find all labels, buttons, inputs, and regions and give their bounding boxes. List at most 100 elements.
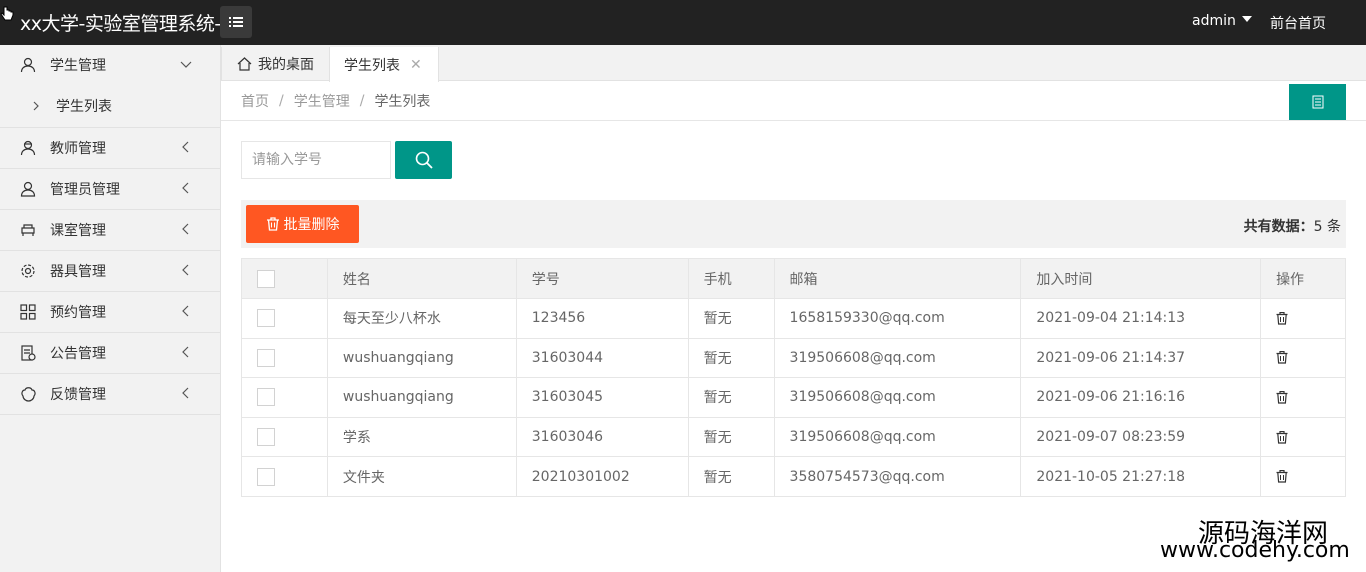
- sidebar-item-notices[interactable]: 公告管理: [0, 333, 220, 373]
- menu-toggle-button[interactable]: [220, 6, 252, 38]
- sidebar-item-admins[interactable]: 管理员管理: [0, 169, 220, 209]
- breadcrumb-separator: /: [279, 92, 284, 109]
- sidebar-item-label: 教师管理: [50, 141, 106, 157]
- sidebar-subitem-label: 学生列表: [56, 99, 112, 115]
- sidebar-item-equipment[interactable]: 器具管理: [0, 251, 220, 291]
- student-id-search-input[interactable]: [241, 141, 391, 179]
- breadcrumb-students[interactable]: 学生管理: [294, 91, 350, 111]
- watermark-en: www.codehy.com: [1160, 538, 1350, 563]
- cell-select: [241, 298, 328, 339]
- sidebar-item-teachers[interactable]: 教师管理: [0, 128, 220, 168]
- table-header-row: 姓名 学号 手机 邮箱 加入时间 操作: [241, 258, 1346, 299]
- front-home-link[interactable]: 前台首页: [1270, 13, 1326, 33]
- table-toolbar: 批量删除 共有数据：5 条: [241, 200, 1346, 248]
- feedback-icon: [20, 386, 36, 402]
- total-label: 共有数据：: [1243, 219, 1314, 235]
- close-icon[interactable]: ✕: [410, 57, 422, 73]
- sidebar-item-label: 反馈管理: [50, 387, 106, 403]
- chevron-left-icon: [182, 182, 189, 194]
- top-bar: xx大学-实验室管理系统- admin 前台首页: [0, 0, 1366, 45]
- sidebar-item-students[interactable]: 学生管理: [0, 45, 220, 85]
- user-menu[interactable]: admin: [1192, 13, 1252, 29]
- chevron-left-icon: [182, 387, 189, 399]
- hand-cursor-icon: [0, 6, 14, 21]
- select-all-checkbox[interactable]: [257, 269, 275, 288]
- cell-joined: 2021-09-04 21:14:13: [1020, 298, 1262, 339]
- row-checkbox[interactable]: [257, 388, 275, 407]
- nav-group-classrooms: 课室管理: [0, 210, 220, 251]
- cell-joined: 2021-09-06 21:16:16: [1020, 377, 1262, 418]
- trash-icon[interactable]: [1276, 390, 1288, 404]
- cell-phone: 暂无: [687, 377, 775, 418]
- nav-group-equipment: 器具管理: [0, 251, 220, 292]
- admin-icon: [20, 181, 36, 197]
- total-unit: 条: [1327, 219, 1341, 235]
- breadcrumb: 首页 / 学生管理 / 学生列表: [221, 81, 1366, 121]
- sidebar: 学生管理 学生列表 教师管理 管理员管理 课室管理 器具管理 预约管理 公告管理…: [0, 45, 221, 572]
- chevron-right-icon: [33, 101, 39, 111]
- cell-actions: [1260, 298, 1346, 339]
- nav-group-notices: 公告管理: [0, 333, 220, 374]
- cell-name: 文件夹: [326, 456, 517, 497]
- table-row: wushuangqiang 31603045 暂无 319506608@qq.com 2…: [241, 377, 1346, 418]
- table-row: 学系 31603046 暂无 319506608@qq.com 2021-09-07 0…: [241, 416, 1346, 458]
- total-number: 5: [1313, 219, 1323, 235]
- nav-group-feedback: 反馈管理: [0, 374, 220, 415]
- search-icon: [415, 151, 433, 169]
- cell-select: [241, 416, 328, 458]
- cell-name: 每天至少八杯水: [326, 298, 517, 339]
- trash-icon[interactable]: [1276, 470, 1288, 483]
- tab-student-list[interactable]: 学生列表 ✕: [329, 47, 439, 82]
- column-header: 姓名: [326, 258, 517, 299]
- total-count: 共有数据：5 条: [1244, 216, 1341, 236]
- row-checkbox[interactable]: [257, 309, 275, 328]
- nav-group-admins: 管理员管理: [0, 169, 220, 210]
- cell-select: [241, 337, 328, 379]
- batch-delete-button[interactable]: 批量删除: [246, 205, 359, 243]
- app-title: xx大学-实验室管理系统-: [20, 13, 221, 35]
- row-checkbox[interactable]: [257, 428, 275, 447]
- cell-phone: 暂无: [687, 456, 775, 497]
- nav-group-students: 学生管理 学生列表: [0, 45, 220, 128]
- gear-icon: [20, 263, 36, 279]
- cell-phone: 暂无: [687, 337, 775, 379]
- cell-actions: [1260, 416, 1346, 458]
- cell-actions: [1260, 456, 1346, 497]
- sidebar-item-label: 预约管理: [50, 305, 106, 321]
- sidebar-item-classrooms[interactable]: 课室管理: [0, 210, 220, 250]
- cell-joined: 2021-10-05 21:27:18: [1020, 456, 1262, 497]
- column-header: 学号: [515, 258, 689, 299]
- user-name: admin: [1192, 13, 1236, 29]
- header-select-all: [241, 258, 328, 299]
- cell-student-id: 20210301002: [515, 456, 689, 497]
- sidebar-item-label: 公告管理: [50, 346, 106, 362]
- sidebar-item-label: 课室管理: [50, 223, 106, 239]
- trash-icon[interactable]: [1276, 351, 1288, 364]
- trash-icon[interactable]: [1276, 430, 1288, 444]
- sidebar-item-label: 器具管理: [50, 264, 106, 280]
- cell-name: wushuangqiang: [326, 377, 517, 418]
- cell-name: 学系: [326, 416, 517, 458]
- sidebar-subitem-student-list[interactable]: 学生列表: [0, 85, 220, 127]
- sidebar-item-reservations[interactable]: 预约管理: [0, 292, 220, 332]
- trash-icon[interactable]: [1276, 311, 1288, 325]
- sidebar-item-label: 学生管理: [50, 58, 106, 74]
- row-checkbox[interactable]: [257, 467, 275, 486]
- cell-student-id: 123456: [515, 298, 689, 339]
- refresh-button[interactable]: [1289, 84, 1346, 120]
- user-icon: [20, 57, 36, 73]
- row-checkbox[interactable]: [257, 348, 275, 367]
- caret-down-icon: [1241, 16, 1252, 22]
- tab-desktop[interactable]: 我的桌面: [221, 47, 329, 81]
- sidebar-item-label: 管理员管理: [50, 182, 120, 198]
- table-row: 每天至少八杯水 123456 暂无 1658159330@qq.com 2021-09-…: [241, 298, 1346, 339]
- chevron-left-icon: [182, 223, 189, 235]
- trash-icon: [266, 217, 279, 231]
- grid-icon: [20, 304, 36, 320]
- breadcrumb-home[interactable]: 首页: [241, 91, 269, 111]
- cell-select: [241, 377, 328, 418]
- refresh-icon: [1312, 95, 1323, 109]
- list-icon: [229, 17, 243, 27]
- search-button[interactable]: [395, 141, 452, 179]
- sidebar-item-feedback[interactable]: 反馈管理: [0, 374, 220, 414]
